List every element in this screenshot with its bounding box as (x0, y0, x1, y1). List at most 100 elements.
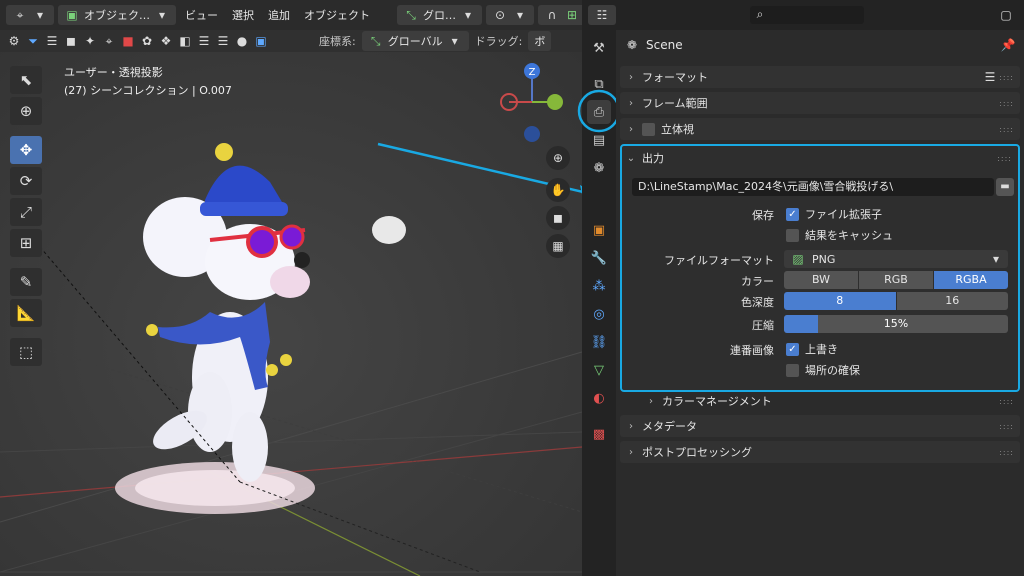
measure-tool[interactable]: 📐 (10, 299, 42, 327)
empty-icon[interactable]: ⌖ (101, 33, 117, 49)
toggle-icon[interactable]: ◧ (177, 33, 193, 49)
panel-post-processing[interactable]: › ポストプロセッシング :::: (620, 441, 1020, 463)
properties-header: ☷ ⌕ ▢ (588, 0, 1024, 30)
overwrite-checkbox[interactable]: ✓ (786, 342, 799, 356)
drag-grip-icon[interactable]: :::: (999, 422, 1014, 431)
color-option-bw[interactable]: BW (784, 271, 859, 289)
navigation-gizmo[interactable]: Z (495, 62, 575, 152)
editor-type-button[interactable]: ⌖ ▾ (6, 5, 54, 25)
ortho-toggle-button[interactable]: ▦ (546, 234, 570, 258)
depth-option-8[interactable]: 8 (784, 292, 897, 310)
mode-select[interactable]: ▣ オブジェク… ▾ (58, 5, 176, 25)
move-tool[interactable]: ✥ (10, 136, 42, 164)
properties-editor: ☷ ⌕ ▢ ❁ Scene 📌 › フォーマット ☰ :::: › フレーム範囲… (588, 0, 1024, 576)
sphere-icon[interactable]: ● (234, 33, 250, 49)
color-option-rgba[interactable]: RGBA (934, 271, 1008, 289)
annotate-tool[interactable]: ✎ (10, 268, 42, 296)
panel-metadata[interactable]: › メタデータ :::: (620, 415, 1020, 437)
overwrite-option[interactable]: ✓ 上書き (786, 341, 838, 357)
cursor-tool[interactable]: ⊕ (10, 97, 42, 125)
transform-orientation-select[interactable]: ⤡ グロ… ▾ (397, 5, 482, 25)
drag-grip-icon[interactable]: :::: (997, 154, 1012, 163)
menu-object[interactable]: オブジェクト (299, 5, 375, 25)
menu-view[interactable]: ビュー (180, 5, 223, 25)
depth-option-16[interactable]: 16 (896, 292, 1008, 310)
select-tool[interactable]: ⬉ (10, 66, 42, 94)
rotate-icon: ⟳ (19, 172, 33, 190)
pan-button[interactable]: ✋ (546, 178, 570, 202)
pen-icon: ✎ (19, 273, 33, 291)
pin-icon[interactable]: 📌 (1000, 37, 1016, 53)
menu-add[interactable]: 追加 (263, 5, 295, 25)
output-path-field[interactable]: D:\LineStamp\Mac_2024冬\元画像\雪合戦投げる\ (632, 178, 994, 196)
scale-tool[interactable]: ⤢ (10, 198, 42, 226)
image-icon[interactable]: ▣ (253, 33, 269, 49)
3d-viewport[interactable]: ⌖ ▾ ▣ オブジェク… ▾ ビュー 選択 追加 オブジェクト ⤡ グロ… ▾ ⊙ ▾ ∩ ⊞… (0, 0, 582, 576)
tab-texture[interactable]: ▩ (587, 422, 611, 446)
gear-icon[interactable]: ⚙ (6, 33, 22, 49)
list-icon[interactable]: ☰ (215, 33, 231, 49)
drag-select[interactable]: ボ (528, 31, 552, 51)
list-icon[interactable]: ☰ (196, 33, 212, 49)
node-icon[interactable]: ❖ (158, 33, 174, 49)
drag-grip-icon[interactable]: :::: (999, 397, 1014, 406)
folder-browse-button[interactable]: ▬ (996, 178, 1014, 196)
tab-object[interactable]: ▣ (587, 218, 611, 242)
panel-stereoscopy[interactable]: › 立体視 :::: (620, 118, 1020, 140)
menu-select[interactable]: 選択 (227, 5, 259, 25)
add-cube-tool[interactable]: ⬚ (10, 338, 42, 366)
tab-physics[interactable]: ◎ (587, 302, 611, 326)
drag-grip-icon[interactable]: :::: (999, 73, 1014, 82)
pivot-select[interactable]: ⊙ ▾ (486, 5, 534, 25)
placeholders-checkbox[interactable] (786, 363, 799, 377)
physics-icon: ◎ (593, 306, 605, 322)
file-extension-option[interactable]: ✓ ファイル拡張子 (786, 206, 882, 222)
gizmo-y-axis[interactable] (547, 94, 563, 110)
file-extension-checkbox[interactable]: ✓ (786, 207, 799, 221)
rotate-tool[interactable]: ⟳ (10, 167, 42, 195)
light-icon[interactable]: ✦ (82, 33, 98, 49)
search-input[interactable]: ⌕ (750, 6, 864, 24)
gizmo-neg-z-axis[interactable] (524, 126, 540, 142)
stereoscopy-checkbox[interactable] (642, 122, 655, 136)
color-option-rgb[interactable]: RGB (859, 271, 934, 289)
tab-tool[interactable]: ⚒ (587, 36, 611, 60)
placeholders-option[interactable]: 場所の確保 (786, 362, 860, 378)
folder-icon: ▬ (1000, 181, 1010, 192)
drag-grip-icon[interactable]: :::: (999, 448, 1014, 457)
color-swatch-icon[interactable]: ■ (120, 33, 136, 49)
tab-modifiers[interactable]: 🔧 (587, 246, 611, 270)
tab-scene[interactable]: ❁ (587, 156, 611, 180)
texture-icon[interactable]: ✿ (139, 33, 155, 49)
editor-type-button[interactable]: ☷ (588, 5, 616, 25)
file-format-select[interactable]: ▨ PNG ▾ (784, 250, 1008, 268)
panel-format[interactable]: › フォーマット ☰ :::: (620, 66, 1020, 88)
zoom-button[interactable]: ⊕ (546, 146, 570, 170)
options-icon[interactable]: ▢ (998, 7, 1014, 23)
tab-material[interactable]: ◐ (587, 386, 611, 410)
grid-icon: ▦ (552, 239, 564, 253)
compression-label: 圧縮 (752, 319, 774, 332)
cache-result-option[interactable]: 結果をキャッシュ (786, 227, 893, 243)
file-extension-label: ファイル拡張子 (805, 208, 882, 221)
presets-list-icon[interactable]: ☰ (982, 69, 998, 85)
panel-output-header[interactable]: ⌄ 出力 (626, 150, 664, 166)
tab-particles[interactable]: ⁂ (587, 274, 611, 298)
panel-color-management[interactable]: › カラーマネージメント :::: (620, 390, 1020, 412)
list-icon[interactable]: ☰ (44, 33, 60, 49)
tab-constraints[interactable]: ⛓ (587, 330, 611, 354)
transform-tool[interactable]: ⊞ (10, 229, 42, 257)
compression-slider[interactable]: 15% (784, 315, 1008, 333)
drag-grip-icon[interactable]: :::: (999, 125, 1014, 134)
image-icon: ▨ (792, 252, 804, 266)
camera-icon[interactable]: ◼ (63, 33, 79, 49)
coord-system-select[interactable]: ⤡ グローバル ▾ (361, 31, 469, 51)
tab-data[interactable]: ▽ (587, 358, 611, 382)
cache-result-checkbox[interactable] (786, 228, 799, 242)
drag-grip-icon[interactable]: :::: (999, 99, 1014, 108)
panel-frame-range[interactable]: › フレーム範囲 :::: (620, 92, 1020, 114)
transform-label: グロ… (423, 9, 456, 22)
camera-view-button[interactable]: ◼ (546, 206, 570, 230)
snap-toggle[interactable]: ∩⊞▾ (538, 5, 582, 25)
filter-icon[interactable]: ⏷ (25, 33, 41, 49)
